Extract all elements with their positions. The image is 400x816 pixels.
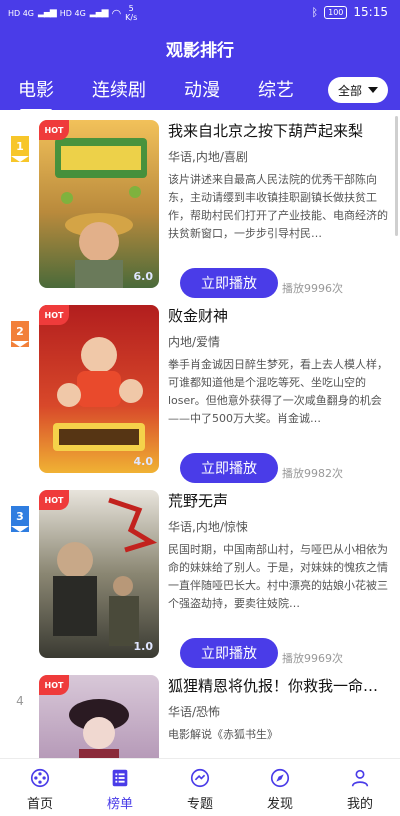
movie-tags: 华语,内地/惊悚: [168, 520, 248, 534]
tab-series[interactable]: 连续剧: [92, 76, 146, 112]
hot-badge: HOT: [39, 305, 69, 325]
play-count: 播放9996次: [282, 282, 343, 295]
play-count: 播放9969次: [282, 652, 343, 665]
nav-ranking[interactable]: 榜单: [80, 759, 160, 816]
movie-title[interactable]: 荒野无声: [168, 490, 396, 512]
movie-tags: 华语,内地/喜剧: [168, 150, 248, 164]
hot-badge: HOT: [39, 490, 69, 510]
list-item[interactable]: 4 HOT 狐狸精恩将仇报！你救我一命… 华语/恐怖 电影解说《赤狐书生》: [0, 665, 400, 758]
movie-title[interactable]: 狐狸精恩将仇报！你救我一命…: [168, 675, 396, 697]
network-speed-unit: K/s: [125, 13, 138, 22]
app-header: HD 4G ▂▄▆ HD 4G ▂▄▆ ◠ 5 K/s ᛒ 100 15:15 …: [0, 0, 400, 112]
nav-profile-label: 我的: [346, 797, 373, 812]
rating-score: 4.0: [133, 455, 154, 468]
movie-info: 荒野无声 华语,内地/惊悚 民国时期，中国南部山村，与哑巴从小相依为命的妹妹给了…: [168, 490, 396, 668]
rank-badge: 2: [11, 321, 29, 347]
tab-movie[interactable]: 电影: [18, 76, 54, 112]
ranking-list[interactable]: 1 HOT 6.0 我来自北京之按下葫芦起来梨 华语,内地/喜剧 该片讲述来自最…: [0, 110, 400, 758]
topic-arrow-icon: [190, 768, 210, 788]
status-bar: HD 4G ▂▄▆ HD 4G ▂▄▆ ◠ 5 K/s ᛒ 100 15:15: [0, 0, 400, 26]
movie-info: 败金财神 内地/爱情 拳手肖金诚因日醉生梦死，看上去人模人样，可谁都知道他是个混…: [168, 305, 396, 483]
movie-description: 该片讲述来自最高人民法院的优秀干部陈向东，主动请缨到丰收镇挂职副镇长做扶贫工作，…: [168, 173, 388, 240]
movie-poster[interactable]: HOT: [39, 675, 159, 758]
nav-home[interactable]: 首页: [0, 759, 80, 816]
tab-anime[interactable]: 动漫: [184, 76, 220, 112]
list-item[interactable]: 3 HOT 1.0 荒野无声 华语,内地/惊悚 民国时期，中国南部山村，与哑巴从…: [0, 480, 400, 668]
poster-image: [39, 490, 159, 658]
nav-topics[interactable]: 专题: [160, 759, 240, 816]
film-reel-icon: [30, 768, 50, 788]
nav-profile[interactable]: 我的: [320, 759, 400, 816]
bottom-navigation: 首页 榜单 专题 发现 我的: [0, 758, 400, 816]
movie-description: 电影解说《赤狐书生》: [168, 728, 278, 741]
caret-down-icon: [368, 87, 378, 93]
nav-discover-label: 发现: [266, 797, 293, 812]
ranking-list-icon: [112, 769, 128, 787]
hot-badge: HOT: [39, 675, 69, 695]
poster-image: [39, 120, 159, 288]
play-button[interactable]: 立即播放: [180, 453, 278, 483]
list-item[interactable]: 1 HOT 6.0 我来自北京之按下葫芦起来梨 华语,内地/喜剧 该片讲述来自最…: [0, 110, 400, 298]
nav-ranking-label: 榜单: [106, 797, 133, 812]
nav-topics-label: 专题: [186, 797, 213, 812]
page-title: 观影排行: [166, 41, 234, 61]
movie-poster[interactable]: HOT 6.0: [39, 120, 159, 288]
tab-variety[interactable]: 综艺: [258, 76, 294, 112]
movie-tags: 内地/爱情: [168, 335, 221, 349]
movie-poster[interactable]: HOT 4.0: [39, 305, 159, 473]
list-item[interactable]: 2 HOT 4.0 败金财神 内地/爱情 拳手肖金诚因日醉生梦死，看上去人模人样…: [0, 295, 400, 483]
sim2-indicator: HD 4G: [59, 8, 86, 18]
signal-icon: ▂▄▆: [38, 7, 57, 18]
rank-badge: 1: [11, 136, 29, 162]
status-time: 15:15: [353, 5, 388, 19]
play-button[interactable]: 立即播放: [180, 638, 278, 668]
nav-home-label: 首页: [26, 797, 53, 812]
network-speed-value: 5: [128, 4, 134, 13]
movie-poster[interactable]: HOT 1.0: [39, 490, 159, 658]
movie-info: 狐狸精恩将仇报！你救我一命… 华语/恐怖 电影解说《赤狐书生》: [168, 675, 396, 758]
play-button[interactable]: 立即播放: [180, 268, 278, 298]
discover-compass-icon: [270, 768, 290, 788]
rating-score: 1.0: [133, 640, 154, 653]
movie-info: 我来自北京之按下葫芦起来梨 华语,内地/喜剧 该片讲述来自最高人民法院的优秀干部…: [168, 120, 396, 298]
movie-tags: 华语/恐怖: [168, 705, 221, 719]
profile-user-icon: [351, 769, 369, 787]
hot-badge: HOT: [39, 120, 69, 140]
filter-selected-value: 全部: [337, 83, 362, 98]
rating-score: 6.0: [133, 270, 154, 283]
movie-description: 民国时期，中国南部山村，与哑巴从小相依为命的妹妹给了别人。于是，对妹妹的愧疚之情…: [168, 543, 388, 610]
rank-number: 4: [16, 694, 24, 708]
category-tabs: 电影 连续剧 动漫 综艺: [18, 76, 332, 112]
filter-dropdown[interactable]: 全部: [328, 77, 388, 103]
wifi-icon: ◠: [111, 6, 122, 20]
bluetooth-icon: ᛒ: [311, 5, 319, 19]
signal-icon: ▂▄▆: [89, 7, 109, 18]
movie-description: 拳手肖金诚因日醉生梦死，看上去人模人样，可谁都知道他是个混吃等死、坐吃山空的lo…: [168, 358, 388, 425]
battery-indicator: 100: [324, 5, 348, 19]
nav-discover[interactable]: 发现: [240, 759, 320, 816]
rank-badge: 3: [11, 506, 29, 532]
movie-title[interactable]: 败金财神: [168, 305, 396, 327]
play-count: 播放9982次: [282, 467, 343, 480]
movie-title[interactable]: 我来自北京之按下葫芦起来梨: [168, 120, 396, 142]
sim1-indicator: HD 4G: [8, 8, 35, 18]
poster-image: [39, 305, 159, 473]
